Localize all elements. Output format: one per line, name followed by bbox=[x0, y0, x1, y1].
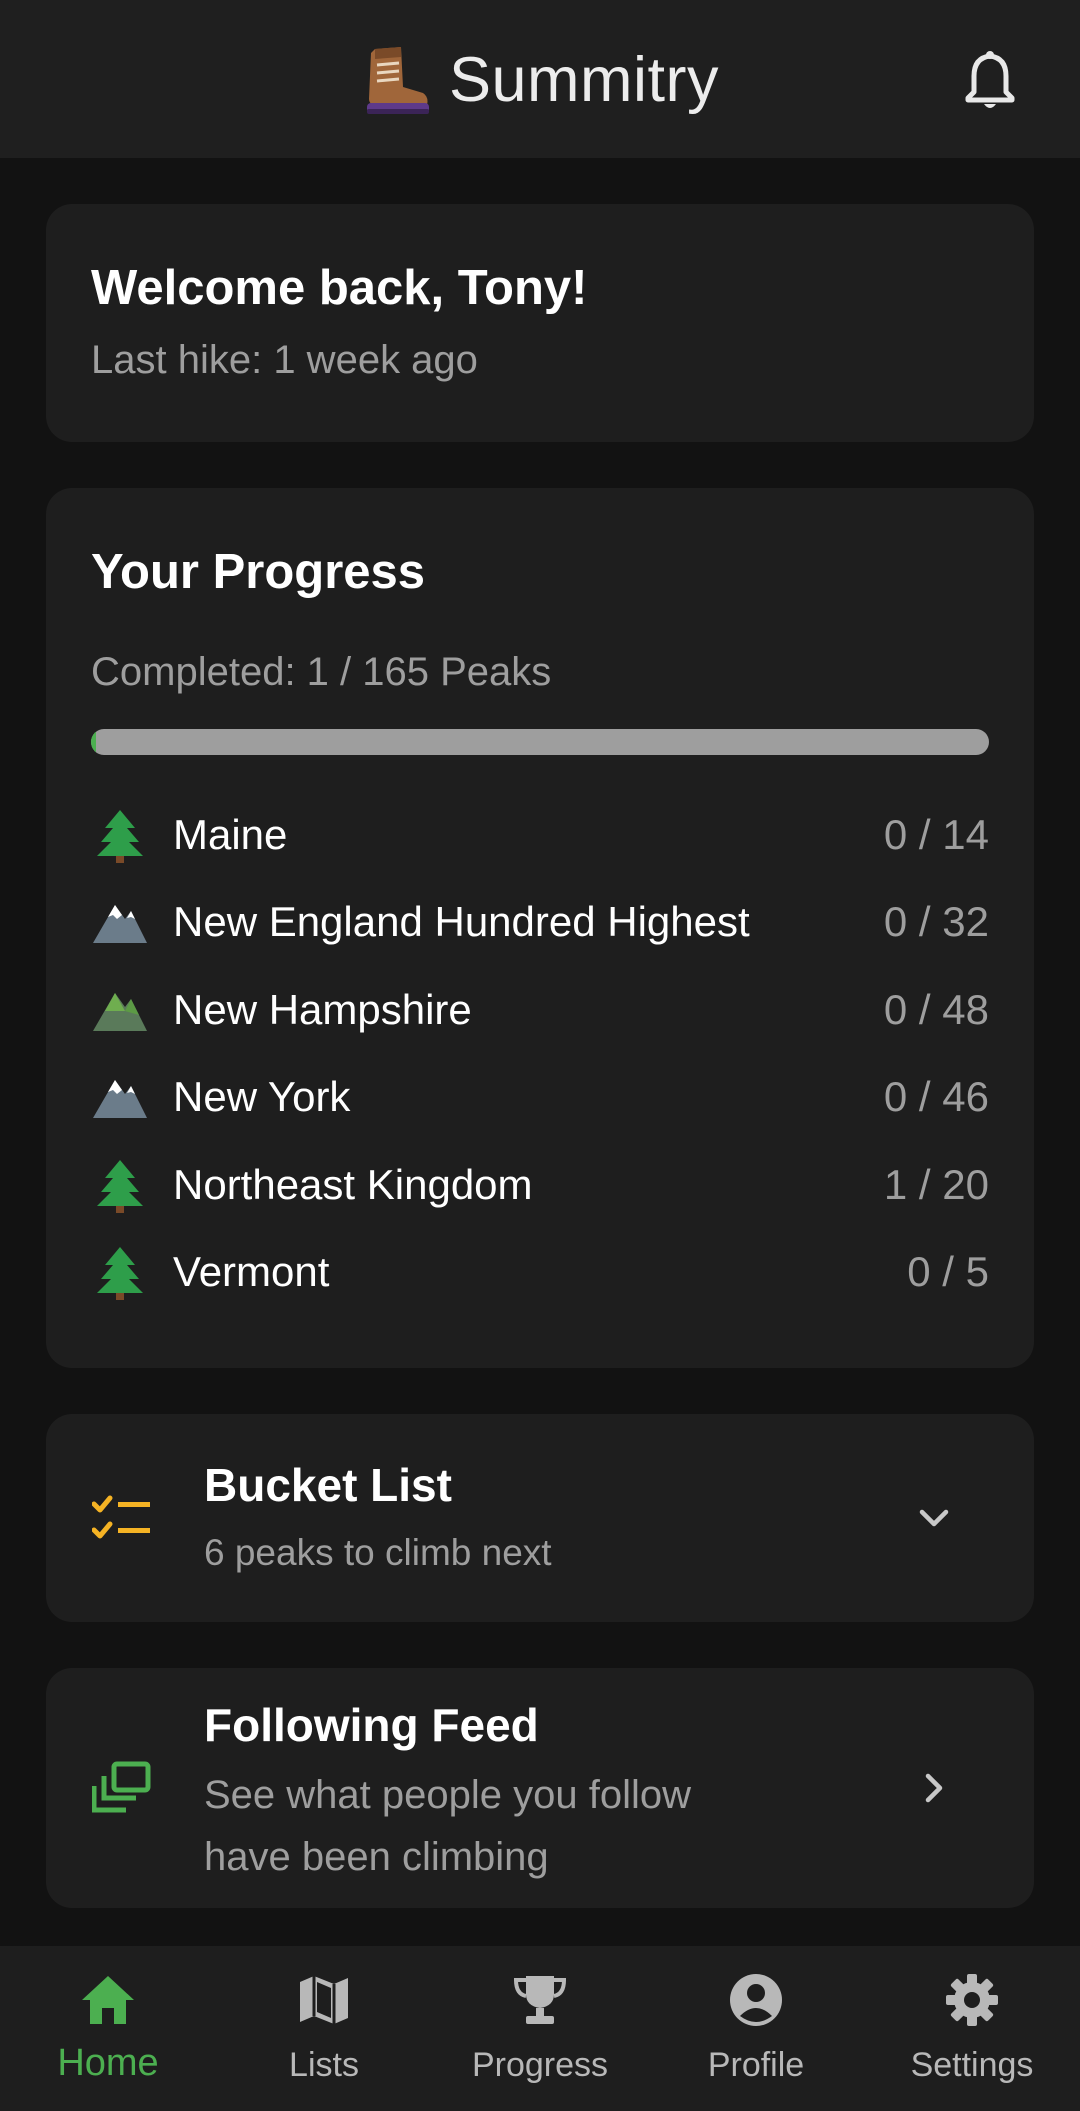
notification-bell-icon[interactable] bbox=[962, 50, 1018, 112]
list-count: 0 / 48 bbox=[883, 985, 989, 1033]
chevron-right-icon[interactable] bbox=[914, 1768, 954, 1808]
app-title: Summitry bbox=[449, 45, 719, 115]
gear-icon bbox=[946, 1974, 998, 2026]
list-count: 1 / 20 bbox=[883, 1160, 989, 1208]
nav-label: Home bbox=[57, 2042, 159, 2084]
snow-capped-mountain-icon bbox=[91, 1068, 149, 1126]
chevron-down-icon[interactable] bbox=[914, 1498, 954, 1538]
progress-title: Your Progress bbox=[91, 545, 426, 599]
following-feed-card[interactable]: Following Feed See what people you follo… bbox=[46, 1668, 1034, 1908]
nav-label: Progress bbox=[471, 2046, 609, 2084]
checklist-icon bbox=[92, 1495, 150, 1539]
nav-home[interactable]: Home bbox=[0, 1946, 216, 2111]
progress-card: Your Progress Completed: 1 / 165 Peaks M… bbox=[46, 488, 1034, 1368]
last-hike-text: Last hike: 1 week ago bbox=[91, 338, 478, 383]
list-item[interactable]: Maine 0 / 14 bbox=[91, 791, 989, 878]
green-mountain-icon bbox=[91, 981, 149, 1039]
bottom-navigation: Home Lists Progress Profile Settings bbox=[0, 1946, 1080, 2111]
account-circle-icon bbox=[730, 1974, 782, 2026]
bucket-list-title: Bucket List bbox=[204, 1459, 452, 1511]
list-item[interactable]: New England Hundred Highest 0 / 32 bbox=[91, 879, 989, 966]
progress-bar bbox=[91, 729, 989, 756]
list-item[interactable]: New York 0 / 46 bbox=[91, 1054, 989, 1141]
completed-text: Completed: 1 / 165 Peaks bbox=[91, 650, 552, 695]
following-feed-subtitle: See what people you follow have been cli… bbox=[204, 1764, 691, 1888]
nav-progress[interactable]: Progress bbox=[432, 1946, 648, 2111]
evergreen-tree-icon bbox=[91, 1156, 149, 1214]
list-count: 0 / 32 bbox=[883, 898, 989, 946]
list-count: 0 / 14 bbox=[883, 811, 989, 859]
list-item[interactable]: Vermont 0 / 5 bbox=[91, 1228, 989, 1315]
app-bar: Summitry bbox=[0, 0, 1080, 158]
progress-bar-fill bbox=[91, 729, 97, 756]
list-name: New England Hundred Highest bbox=[173, 898, 750, 946]
following-feed-title: Following Feed bbox=[204, 1699, 539, 1751]
following-feed-subtitle-line-2: have been climbing bbox=[204, 1835, 549, 1879]
list-count: 0 / 5 bbox=[907, 1247, 989, 1295]
following-feed-subtitle-line-1: See what people you follow bbox=[204, 1773, 691, 1817]
dynamic-feed-icon bbox=[92, 1761, 151, 1813]
app-title-group: Summitry bbox=[0, 40, 1080, 120]
map-icon bbox=[300, 1976, 348, 2024]
welcome-title: Welcome back, Tony! bbox=[91, 261, 588, 315]
list-name: Maine bbox=[173, 811, 288, 859]
home-icon bbox=[82, 1976, 134, 2024]
nav-settings[interactable]: Settings bbox=[864, 1946, 1080, 2111]
nav-label: Profile bbox=[707, 2046, 805, 2084]
bucket-list-subtitle: 6 peaks to climb next bbox=[204, 1532, 552, 1573]
bucket-list-card[interactable]: Bucket List 6 peaks to climb next bbox=[46, 1414, 1034, 1622]
nav-label: Lists bbox=[289, 2046, 359, 2084]
list-name: Vermont bbox=[173, 1247, 330, 1295]
peak-lists: Maine 0 / 14 New England Hundred Highest… bbox=[91, 791, 989, 1315]
list-count: 0 / 46 bbox=[883, 1073, 989, 1121]
welcome-card: Welcome back, Tony! Last hike: 1 week ag… bbox=[46, 204, 1034, 442]
hiking-boot-icon bbox=[367, 47, 429, 114]
list-name: New York bbox=[173, 1073, 351, 1121]
nav-label: Settings bbox=[910, 2046, 1034, 2084]
nav-profile[interactable]: Profile bbox=[648, 1946, 864, 2111]
snow-capped-mountain-icon bbox=[91, 893, 149, 951]
nav-lists[interactable]: Lists bbox=[216, 1946, 432, 2111]
list-item[interactable]: Northeast Kingdom 1 / 20 bbox=[91, 1141, 989, 1228]
list-item[interactable]: New Hampshire 0 / 48 bbox=[91, 966, 989, 1053]
list-name: New Hampshire bbox=[173, 985, 472, 1033]
list-name: Northeast Kingdom bbox=[173, 1160, 533, 1208]
trophy-icon bbox=[513, 1976, 567, 2024]
evergreen-tree-icon bbox=[91, 1243, 149, 1301]
evergreen-tree-icon bbox=[91, 806, 149, 864]
